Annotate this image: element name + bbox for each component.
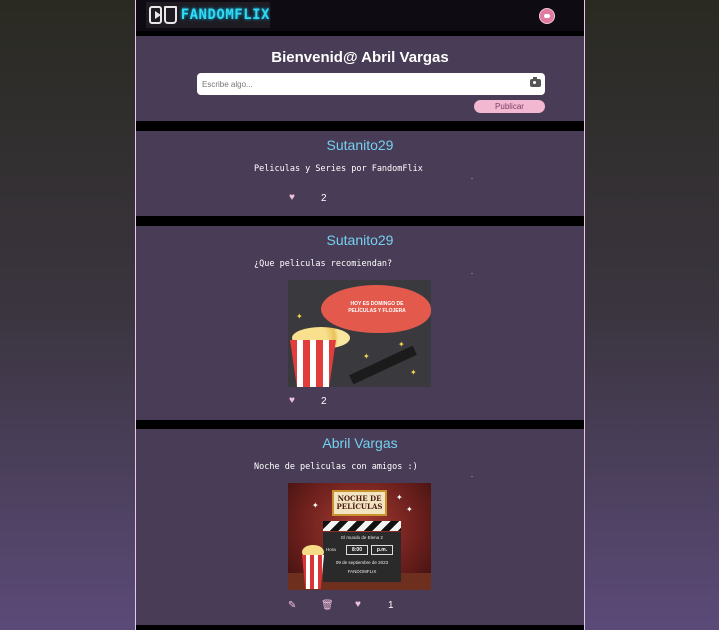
- time-value: 8:00: [346, 545, 368, 555]
- post-card: Sutanito29 ¿Que peliculas recomiendan? H…: [136, 226, 584, 420]
- post-image[interactable]: HOY ES DOMINGO DE PELÍCULAS Y FLOJERA ✦ …: [288, 280, 431, 387]
- image-caption: HOY ES DOMINGO DE PELÍCULAS Y FLOJERA: [348, 301, 406, 314]
- clapperboard-top: [323, 521, 401, 531]
- sparkle-icon: ✦: [312, 501, 319, 510]
- sparkle-icon: ✦: [410, 368, 417, 377]
- post-username[interactable]: Abril Vargas: [136, 435, 584, 451]
- movie-title: El mundo de Elena 2: [341, 535, 383, 540]
- post-image[interactable]: NOCHE DE PELÍCULAS El mundo de Elena 2 H…: [288, 483, 431, 590]
- composer-card: Bienvenid@ Abril Vargas Publicar: [136, 36, 584, 121]
- popcorn-bucket-graphic: [302, 555, 324, 589]
- publish-button[interactable]: Publicar: [474, 100, 545, 113]
- divider-dot: [471, 273, 473, 274]
- sparkle-icon: ✦: [398, 340, 405, 349]
- like-count: 2: [321, 193, 327, 204]
- heart-icon[interactable]: ♥: [289, 193, 298, 203]
- divider-dot: [471, 476, 473, 477]
- divider-dot: [471, 178, 473, 179]
- like-count: 1: [388, 600, 394, 611]
- post-text: Noche de peliculas con amigos :): [254, 462, 418, 472]
- edit-icon[interactable]: ✎: [288, 601, 296, 611]
- post-actions: ✎ 🗑 ♥ 1: [136, 600, 584, 615]
- post-username[interactable]: Sutanito29: [136, 232, 584, 248]
- post-actions: ♥ 2: [136, 193, 584, 208]
- post-actions: ♥ 2: [136, 396, 584, 411]
- post-text: Peliculas y Series por FandomFlix: [254, 164, 423, 174]
- post-username[interactable]: Sutanito29: [136, 137, 584, 153]
- sparkle-icon: ✦: [396, 493, 403, 502]
- logo-text: FANDOMFLIX: [180, 7, 270, 23]
- event-date: 09 de septiembre de 2023: [335, 560, 389, 565]
- camera-icon[interactable]: [530, 77, 541, 87]
- brand-text: FANDOMFLIX: [347, 569, 377, 574]
- post-text: ¿Que peliculas recomiendan?: [254, 259, 393, 269]
- post-card: Abril Vargas Noche de peliculas con amig…: [136, 429, 584, 625]
- logo[interactable]: FANDOMFLIX: [146, 2, 270, 28]
- popcorn-bucket-graphic: [290, 340, 336, 387]
- marquee-text: NOCHE DE PELÍCULAS: [336, 494, 383, 511]
- post-card: Sutanito29 Peliculas y Series por Fandom…: [136, 131, 584, 216]
- avatar[interactable]: [539, 8, 555, 24]
- film-strip-graphic: [349, 345, 417, 385]
- sparkle-icon: ✦: [296, 312, 303, 321]
- sparkle-icon: ✦: [363, 352, 370, 361]
- navbar: FANDOMFLIX: [136, 0, 584, 31]
- heart-icon[interactable]: ♥: [355, 600, 364, 610]
- post-input[interactable]: [197, 73, 545, 95]
- welcome-title: Bienvenid@ Abril Vargas: [271, 49, 449, 66]
- sparkle-icon: ✦: [406, 505, 413, 514]
- trash-icon[interactable]: 🗑: [321, 601, 334, 611]
- like-count: 2: [321, 396, 327, 407]
- app-frame: FANDOMFLIX Bienvenid@ Abril Vargas Publi…: [135, 0, 585, 630]
- time-period: p.m.: [371, 545, 393, 555]
- film-icon: [149, 6, 162, 24]
- heart-icon[interactable]: ♥: [289, 396, 298, 406]
- hora-label: Hora: [326, 547, 336, 552]
- popcorn-icon: [163, 6, 177, 24]
